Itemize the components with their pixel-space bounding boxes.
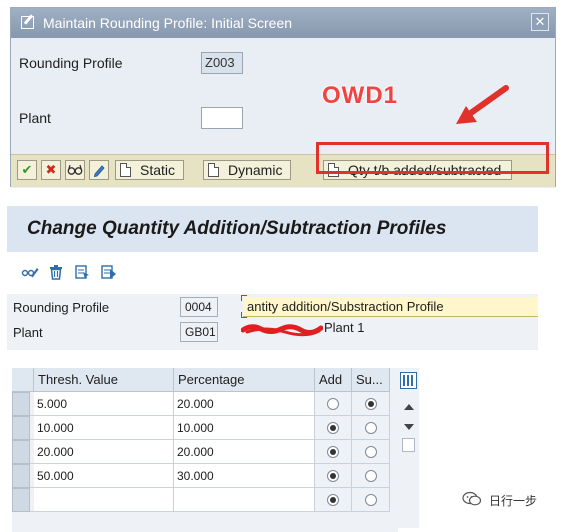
add-cell [315,392,352,416]
plant-field: GB01 [180,322,218,342]
subtract-header[interactable]: Su... [352,368,390,392]
dynamic-button[interactable]: Dynamic [203,160,292,180]
scroll-up-icon[interactable] [404,404,414,410]
display-icon [67,164,83,175]
profile-description-input[interactable]: antity addition/Substraction Profile [241,295,538,318]
cancel-icon: ✖ [45,162,57,177]
subtract-radio[interactable] [365,470,377,482]
red-arrow-annotation [456,85,509,124]
dynamic-button-label: Dynamic [228,162,283,178]
delete-button[interactable] [47,264,65,282]
execute-button[interactable]: ✔ [17,160,37,180]
add-cell [315,440,352,464]
document-icon [120,163,131,177]
wechat-icon [462,491,482,506]
percentage-cell[interactable]: 20.000 [174,440,315,464]
static-button-label: Static [140,162,176,178]
row-selector-header[interactable] [12,368,34,392]
add-cell [315,416,352,440]
percentage-header[interactable]: Percentage [174,368,315,392]
owd1-annotation: OWD1 [322,82,398,109]
subtract-radio[interactable] [365,446,377,458]
rounding-profile-field: 0004 [180,297,218,317]
dialog-title: Maintain Rounding Profile: Initial Scree… [43,15,293,31]
add-cell [315,488,352,512]
row-selector[interactable] [12,416,30,440]
static-button[interactable]: Static [115,160,185,180]
thresh-cell[interactable]: 50.000 [34,464,174,488]
subtract-radio[interactable] [365,494,377,506]
edit-window-icon [21,16,34,29]
checkmark-icon: ✔ [21,162,33,177]
subtract-cell [352,488,390,512]
deselect-all-icon [101,265,116,279]
thresh-cell[interactable] [34,488,174,512]
table-filler [12,512,398,532]
row-selector[interactable] [12,440,30,464]
display-change-icon [21,268,39,278]
select-all-button[interactable] [73,264,91,282]
redacted-scribble [241,324,323,337]
display-button[interactable] [65,160,85,180]
header-form: Rounding Profile 0004 antity addition/Su… [7,294,538,350]
display-change-button[interactable] [21,264,39,282]
row-selector[interactable] [12,392,30,416]
change-button[interactable] [89,160,109,180]
table-settings-icon[interactable] [400,372,417,389]
add-radio[interactable] [327,422,339,434]
plant-input[interactable] [201,107,243,129]
watermark-text: 日行一步 [489,494,538,508]
select-all-icon [75,265,89,279]
scroll-thumb[interactable] [402,438,415,452]
thresholds-table: Thresh. Value Percentage Add Su... 5.000… [12,368,419,532]
rounding-profile-label: Rounding Profile [13,300,110,315]
row-selector[interactable] [12,464,30,488]
cancel-button[interactable]: ✖ [41,160,61,180]
thresh-cell[interactable]: 20.000 [34,440,174,464]
add-radio[interactable] [327,398,339,410]
delete-icon [50,265,62,280]
subtract-cell [352,392,390,416]
percentage-cell[interactable]: 30.000 [174,464,315,488]
subtract-cell [352,464,390,488]
dialog-title-bar: Maintain Rounding Profile: Initial Scree… [11,8,555,38]
document-icon [208,163,219,177]
deselect-all-button[interactable] [99,264,117,282]
pencil-icon [93,165,105,178]
plant-label: Plant [13,325,43,340]
rounding-profile-label: Rounding Profile [19,55,123,71]
table-scrollbar[interactable] [398,368,419,528]
close-button[interactable]: ✕ [531,13,549,31]
screen-title: Change Quantity Addition/Subtraction Pro… [7,206,538,252]
subtract-radio[interactable] [365,422,377,434]
percentage-cell[interactable] [174,488,315,512]
row-selector[interactable] [12,488,30,512]
scroll-down-icon[interactable] [404,424,414,430]
subtract-cell [352,416,390,440]
plant-label: Plant [19,110,51,126]
change-profiles-screen: Change Quantity Addition/Subtraction Pro… [7,206,538,532]
subtract-radio[interactable] [365,398,377,410]
percentage-cell[interactable]: 20.000 [174,392,315,416]
add-radio[interactable] [327,470,339,482]
add-radio[interactable] [327,494,339,506]
plant-name: Plant 1 [324,320,365,335]
rounding-profile-input[interactable]: Z003 [201,52,243,74]
subtract-cell [352,440,390,464]
add-header[interactable]: Add [315,368,352,392]
thresh-value-header[interactable]: Thresh. Value [34,368,174,392]
screen-toolbar [7,252,538,294]
add-cell [315,464,352,488]
add-radio[interactable] [327,446,339,458]
percentage-cell[interactable]: 10.000 [174,416,315,440]
thresh-cell[interactable]: 10.000 [34,416,174,440]
highlight-box [316,142,549,174]
thresh-cell[interactable]: 5.000 [34,392,174,416]
